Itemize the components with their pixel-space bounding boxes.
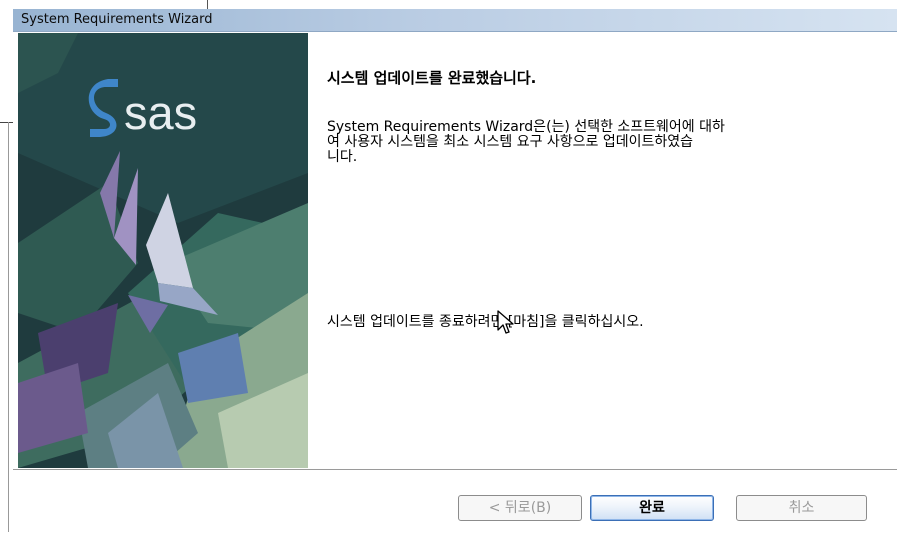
window-title: System Requirements Wizard: [21, 12, 213, 27]
mouse-cursor-icon: [497, 310, 515, 340]
banner-artwork: sas: [18, 33, 308, 468]
back-button[interactable]: < 뒤로(B): [458, 495, 582, 521]
completion-description: System Requirements Wizard은(는) 선택한 소프트웨어…: [327, 120, 867, 165]
finish-button[interactable]: 완료: [590, 495, 714, 521]
title-bar[interactable]: System Requirements Wizard: [13, 9, 897, 32]
sas-logo-text: sas: [124, 86, 197, 139]
wizard-banner-image: sas: [18, 33, 308, 468]
description-line: 여 사용자 시스템을 최소 시스템 요구 사항으로 업데이트하였습: [327, 134, 694, 150]
wizard-window: System Requirements Wizard sas 시스템 업데이트를…: [13, 9, 897, 545]
cancel-button[interactable]: 취소: [736, 495, 867, 521]
background-tick: [207, 0, 208, 9]
completion-heading: 시스템 업데이트를 완료했습니다.: [327, 69, 537, 87]
background-line: [8, 122, 9, 532]
finish-instruction: 시스템 업데이트를 종료하려면 [마침]을 클릭하십시오.: [327, 314, 644, 330]
description-line: System Requirements Wizard은(는) 선택한 소프트웨어…: [327, 119, 725, 135]
description-line: 니다.: [327, 149, 358, 165]
